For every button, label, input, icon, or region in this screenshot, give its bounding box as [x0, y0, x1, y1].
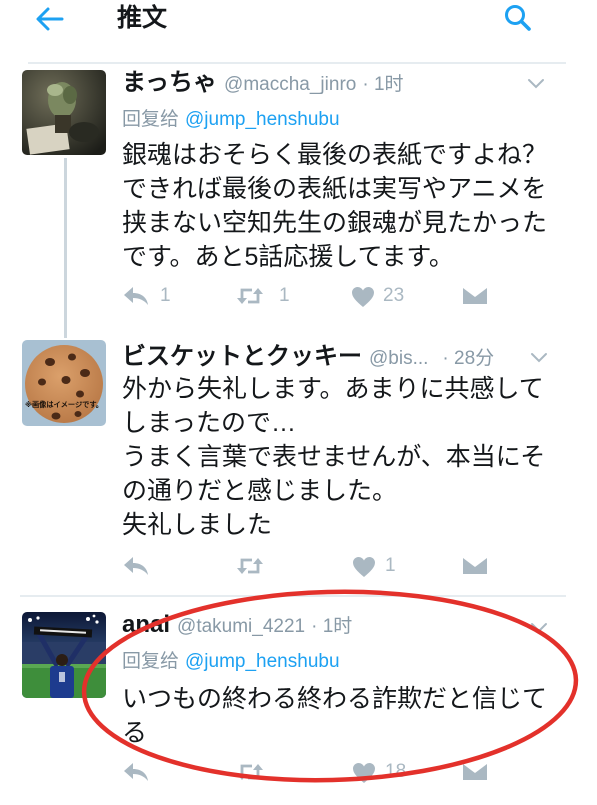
tweet-header: ビスケットとクッキー @bis... · 28分: [122, 342, 494, 372]
tweet-text-line: うまく言葉で表せませんが、本当にそ: [122, 443, 546, 471]
tweet-text-line: できれば最後の表紙は実写やアニメを: [122, 175, 547, 203]
retweet-icon: [237, 764, 263, 780]
tweet-text: いつもの終わる終わる詐欺だと信じて る: [122, 682, 582, 750]
retweet-button[interactable]: 1: [235, 282, 305, 310]
display-name[interactable]: まっちゃ: [122, 69, 217, 96]
tweet-text: 外から失礼します。あまりに共感して しまったので… うまく言葉で表せませんが、本…: [122, 372, 582, 542]
tweet-actions: 1: [0, 552, 597, 580]
user-handle: @maccha_jinro: [224, 74, 357, 95]
reply-button[interactable]: [123, 758, 153, 786]
retweet-icon: [237, 558, 263, 574]
page-title: 推文: [117, 4, 168, 32]
tweet[interactable]: ※画像はイメージです。 ビスケットとクッキー @bis... · 28分 外から失礼…: [0, 338, 597, 588]
tweet-text-line: しまったので…: [122, 409, 297, 437]
tweet-text-line: です。あと5話応援してます。: [122, 243, 454, 271]
reply-button[interactable]: [123, 552, 153, 580]
chevron-down-icon[interactable]: [530, 622, 548, 634]
like-count: 23: [383, 285, 405, 306]
avatar-caption: ※画像はイメージです。: [25, 400, 103, 409]
direct-message-button[interactable]: [462, 282, 490, 310]
mention-link[interactable]: @jump_henshubu: [185, 109, 340, 130]
display-name[interactable]: anai: [122, 611, 170, 638]
envelope-icon: [463, 558, 487, 574]
tweet-text: 銀魂はおそらく最後の表紙ですよね？ できれば最後の表紙は実写やアニメを 挟まない…: [122, 138, 582, 274]
avatar-cookie-image: ※画像はイメージです。: [22, 340, 106, 426]
timestamp: · 28分: [442, 348, 495, 369]
reply-label: 回复给: [122, 651, 180, 672]
tweet-text-line: の通りだと感じました。: [122, 477, 398, 505]
like-button[interactable]: 18: [352, 758, 422, 786]
like-button[interactable]: 1: [352, 552, 422, 580]
direct-message-button[interactable]: [462, 552, 490, 580]
tweet-text-line: る: [122, 719, 148, 747]
avatar-photo: [22, 70, 106, 155]
heart-icon: [353, 557, 375, 577]
avatar[interactable]: [22, 612, 106, 698]
tweet[interactable]: まっちゃ @maccha_jinro · 1时 回复给 @jump_henshubu …: [0, 66, 597, 336]
direct-message-button[interactable]: [462, 758, 490, 786]
tweet-text-line: 挟まない空知先生の銀魂が見たかった: [122, 209, 548, 237]
like-button[interactable]: 23: [351, 282, 421, 310]
mention-link[interactable]: @jump_henshubu: [185, 651, 340, 672]
retweet-button[interactable]: [235, 552, 267, 580]
reply-icon: [124, 287, 148, 305]
display-name[interactable]: ビスケットとクッキー: [122, 343, 362, 370]
chevron-down-icon[interactable]: [530, 352, 548, 364]
tweet[interactable]: anai @takumi_4221 · 1时 回复给 @jump_henshubu い…: [0, 608, 597, 798]
reply-icon: [124, 763, 148, 781]
tweet-text-line: 外から失礼します。あまりに共感して: [122, 375, 544, 403]
user-handle: @bis...: [369, 348, 429, 369]
retweet-icon: [237, 288, 263, 304]
tweet-text-line: いつもの終わる終わる詐欺だと信じて: [122, 685, 548, 713]
user-handle: @takumi_4221: [177, 616, 306, 637]
reply-context: 回复给 @jump_henshubu: [122, 648, 340, 676]
retweet-count: 1: [279, 285, 290, 306]
reply-label: 回复给: [122, 109, 180, 130]
reply-button[interactable]: 1: [123, 282, 183, 310]
search-icon: [505, 5, 531, 31]
timestamp: · 1时: [362, 74, 404, 95]
like-count: 1: [385, 555, 396, 576]
envelope-icon: [463, 288, 487, 304]
arrow-left-icon: [36, 7, 64, 31]
tweet-actions: 1 1 23: [0, 282, 597, 310]
back-button[interactable]: [34, 5, 66, 33]
timestamp: · 1时: [311, 616, 353, 637]
tweet-text-line: 銀魂はおそらく最後の表紙ですよね？: [122, 141, 548, 169]
reply-count: 1: [160, 285, 171, 306]
chevron-down-icon[interactable]: [527, 78, 545, 90]
tweet-header: anai @takumi_4221 · 1时: [122, 610, 352, 640]
tweet-text-line: 失礼しました: [122, 511, 273, 539]
envelope-icon: [463, 764, 487, 780]
tweet-header: まっちゃ @maccha_jinro · 1时: [122, 68, 404, 98]
tweet-divider: [20, 595, 566, 597]
avatar[interactable]: ※画像はイメージです。: [22, 340, 106, 426]
search-button[interactable]: [503, 3, 533, 33]
retweet-button[interactable]: [235, 758, 267, 786]
tweet-thread-screen: 推文 まっちゃ @maccha_jinro · 1时 回复给 @jump_hen…: [0, 0, 597, 805]
header-divider: [28, 62, 566, 64]
reply-context: 回复给 @jump_henshubu: [122, 106, 340, 134]
like-count: 18: [385, 761, 407, 782]
reply-icon: [124, 557, 148, 575]
avatar-stadium-photo: [22, 612, 106, 698]
tweet-actions: 18: [0, 758, 597, 786]
heart-icon: [353, 763, 375, 783]
heart-icon: [352, 287, 374, 307]
avatar[interactable]: [22, 70, 106, 155]
